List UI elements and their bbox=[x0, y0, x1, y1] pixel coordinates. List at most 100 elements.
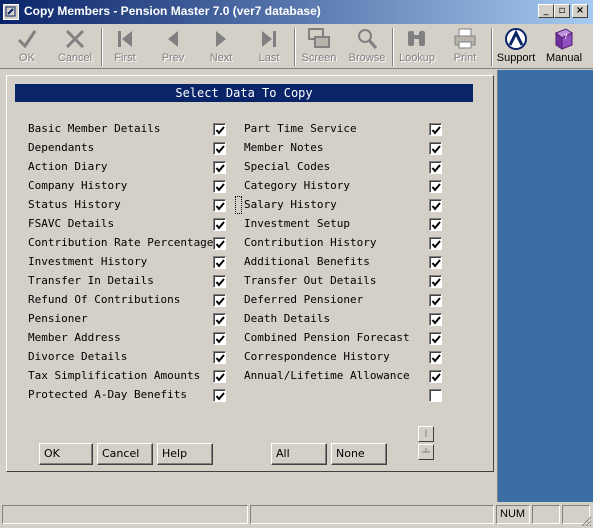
status-pane-main bbox=[2, 505, 248, 524]
item-label: Company History bbox=[28, 179, 128, 192]
item-label: Member Address bbox=[28, 331, 121, 344]
maximize-button[interactable]: ▫ bbox=[554, 4, 570, 18]
right-pane bbox=[497, 70, 593, 502]
manual-toolbar-button[interactable]: ? Manual bbox=[541, 26, 587, 66]
item-checkbox[interactable] bbox=[429, 123, 442, 136]
item-checkbox[interactable] bbox=[213, 161, 226, 174]
next-toolbar-button[interactable]: Next bbox=[198, 26, 244, 66]
item-checkbox[interactable] bbox=[429, 142, 442, 155]
browse-toolbar-label: Browse bbox=[348, 52, 386, 64]
item-checkbox[interactable] bbox=[213, 332, 226, 345]
item-label: Combined Pension Forecast bbox=[244, 331, 410, 344]
item-label: Divorce Details bbox=[28, 350, 128, 363]
check-icon bbox=[4, 26, 50, 52]
prev-toolbar-button[interactable]: Prev bbox=[150, 26, 196, 66]
item-label: Correspondence History bbox=[244, 350, 390, 363]
status-pane-secondary bbox=[250, 505, 494, 524]
print-toolbar-button[interactable]: Print bbox=[442, 26, 488, 66]
support-icon bbox=[493, 26, 539, 52]
item-label: Status History bbox=[28, 198, 121, 211]
prev-icon bbox=[150, 26, 196, 52]
last-toolbar-button[interactable]: Last bbox=[246, 26, 292, 66]
next-icon bbox=[198, 26, 244, 52]
item-checkbox[interactable] bbox=[213, 389, 226, 402]
printer-icon bbox=[442, 26, 488, 52]
status-bar: NUM bbox=[0, 502, 593, 528]
lookup-toolbar-label: Lookup bbox=[398, 52, 436, 64]
first-toolbar-label: First bbox=[114, 52, 136, 64]
ok-button[interactable]: OK bbox=[39, 443, 93, 465]
item-checkbox[interactable] bbox=[213, 237, 226, 250]
item-checkbox[interactable] bbox=[429, 256, 442, 269]
item-checkbox[interactable] bbox=[213, 351, 226, 364]
item-checkbox[interactable] bbox=[213, 370, 226, 383]
item-checkbox[interactable] bbox=[429, 389, 442, 402]
item-label: Death Details bbox=[244, 312, 331, 325]
support-toolbar-button[interactable]: Support bbox=[493, 26, 539, 66]
magnifier-icon bbox=[344, 26, 390, 52]
item-checkbox[interactable] bbox=[429, 218, 442, 231]
toolbar: OK Cancel First Prev Next Last Screen Br… bbox=[0, 24, 593, 69]
item-label: Contribution Rate Percentages bbox=[28, 236, 221, 249]
item-checkbox[interactable] bbox=[429, 351, 442, 364]
item-checkbox[interactable] bbox=[213, 123, 226, 136]
item-checkbox[interactable] bbox=[213, 294, 226, 307]
item-label: Contribution History bbox=[244, 236, 377, 249]
print-toolbar-label: Print bbox=[453, 52, 477, 64]
ok-toolbar-button[interactable]: OK bbox=[4, 26, 50, 66]
item-checkbox[interactable] bbox=[429, 332, 442, 345]
item-label: Protected A-Day Benefits bbox=[28, 388, 187, 401]
item-label: Deferred Pensioner bbox=[244, 293, 364, 306]
item-checkbox[interactable] bbox=[213, 199, 226, 212]
item-checkbox[interactable] bbox=[429, 180, 442, 193]
app-icon[interactable] bbox=[3, 4, 19, 20]
ok-toolbar-label: OK bbox=[19, 52, 35, 64]
item-checkbox[interactable] bbox=[213, 180, 226, 193]
scroll-up-button[interactable] bbox=[418, 426, 434, 442]
item-checkbox[interactable] bbox=[429, 161, 442, 174]
scroll-down-button[interactable] bbox=[418, 444, 434, 460]
all-button[interactable]: All bbox=[271, 443, 327, 465]
resize-grip-icon[interactable] bbox=[580, 515, 592, 527]
item-label: Pensioner bbox=[28, 312, 88, 325]
svg-text:?: ? bbox=[564, 33, 568, 41]
item-label: Special Codes bbox=[244, 160, 331, 173]
item-label: Investment Setup bbox=[244, 217, 350, 230]
item-checkbox[interactable] bbox=[429, 294, 442, 307]
help-button[interactable]: Help bbox=[157, 443, 213, 465]
lookup-toolbar-button[interactable]: Lookup bbox=[394, 26, 440, 66]
item-label: Basic Member Details bbox=[28, 122, 161, 135]
item-checkbox[interactable] bbox=[213, 275, 226, 288]
item-checkbox[interactable] bbox=[213, 142, 226, 155]
item-label: Additional Benefits bbox=[244, 255, 370, 268]
item-checkbox[interactable] bbox=[213, 256, 226, 269]
item-label: Annual/Lifetime Allowance bbox=[244, 369, 410, 382]
item-checkbox[interactable] bbox=[429, 313, 442, 326]
item-label: Category History bbox=[244, 179, 350, 192]
first-toolbar-button[interactable]: First bbox=[102, 26, 148, 66]
minimize-button[interactable]: _ bbox=[538, 4, 554, 18]
window-title: Copy Members - Pension Master 7.0 (ver7 … bbox=[24, 4, 321, 18]
item-label: Investment History bbox=[28, 255, 148, 268]
select-data-dialog: Select Data To Copy Basic Member Details… bbox=[6, 75, 494, 472]
none-button[interactable]: None bbox=[331, 443, 387, 465]
last-toolbar-label: Last bbox=[258, 52, 280, 64]
cancel-button[interactable]: Cancel bbox=[97, 443, 153, 465]
browse-toolbar-button[interactable]: Browse bbox=[344, 26, 390, 66]
x-icon bbox=[52, 26, 98, 52]
item-label: Action Diary bbox=[28, 160, 108, 173]
item-label: FSAVC Details bbox=[28, 217, 115, 230]
item-checkbox[interactable] bbox=[429, 275, 442, 288]
item-checkbox[interactable] bbox=[213, 313, 226, 326]
prev-toolbar-label: Prev bbox=[161, 52, 185, 64]
item-checkbox[interactable] bbox=[429, 199, 442, 212]
item-checkbox[interactable] bbox=[429, 370, 442, 383]
cancel-toolbar-button[interactable]: Cancel bbox=[52, 26, 98, 66]
item-checkbox[interactable] bbox=[429, 237, 442, 250]
focus-indicator bbox=[235, 196, 242, 214]
item-checkbox[interactable] bbox=[213, 218, 226, 231]
close-button[interactable]: × bbox=[572, 4, 588, 18]
screen-toolbar-button[interactable]: Screen bbox=[296, 26, 342, 66]
last-icon bbox=[246, 26, 292, 52]
support-toolbar-label: Support bbox=[496, 52, 536, 64]
